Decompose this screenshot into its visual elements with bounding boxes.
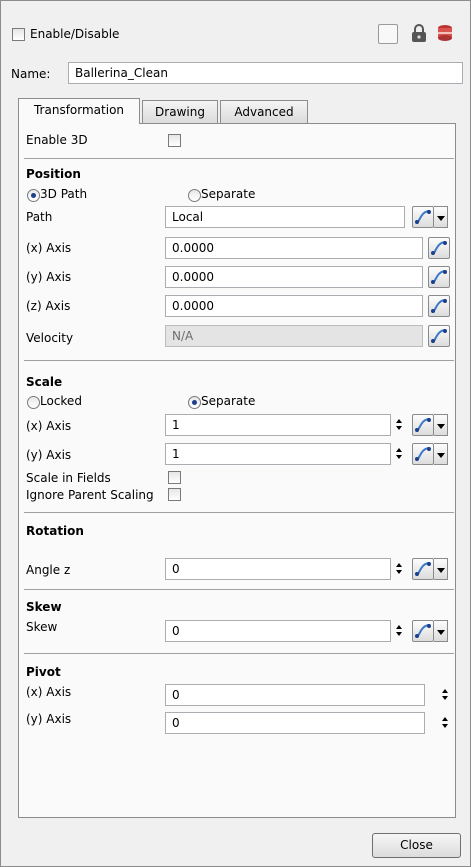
scale-y-label: (y) Axis	[26, 448, 72, 462]
function-curve-icon	[431, 299, 447, 313]
pos-z-label: (z) Axis	[26, 299, 71, 313]
skew-spinner[interactable]	[396, 625, 402, 637]
pivot-x-spinner[interactable]	[442, 689, 448, 701]
radio-locked-label: Locked	[40, 394, 82, 408]
enable3d-label: Enable 3D	[26, 133, 88, 147]
pos-y-label: (y) Axis	[26, 270, 72, 284]
position-title: Position	[26, 167, 81, 181]
function-curve-icon	[415, 624, 431, 638]
skew-function-button[interactable]	[412, 620, 434, 642]
scale-x-label: (x) Axis	[26, 419, 72, 433]
tab-advanced[interactable]: Advanced	[220, 100, 308, 124]
lock-icon[interactable]	[410, 23, 428, 46]
pivot-x-label: (x) Axis	[26, 685, 72, 699]
function-curve-icon	[431, 329, 447, 343]
scale-y-function-button[interactable]	[412, 443, 434, 465]
scale-fields-checkbox[interactable]	[168, 471, 181, 484]
function-curve-icon	[415, 210, 431, 224]
angle-z-label: Angle z	[26, 563, 71, 577]
pivot-y-spinner[interactable]	[442, 717, 448, 729]
path-label: Path	[26, 210, 53, 224]
radio-3dpath[interactable]	[27, 189, 40, 202]
separator	[24, 653, 454, 654]
path-function-dropdown[interactable]	[434, 206, 448, 228]
separator	[24, 360, 454, 361]
radio-scale-separate[interactable]	[188, 396, 201, 409]
radio-3dpath-label: 3D Path	[40, 187, 88, 201]
rotation-title: Rotation	[26, 524, 84, 538]
velocity-field: N/A	[165, 325, 423, 347]
tab-drawing[interactable]: Drawing	[142, 100, 218, 124]
pos-x-function-button[interactable]	[428, 237, 450, 259]
pos-y-function-button[interactable]	[428, 266, 450, 288]
enable3d-checkbox[interactable]	[168, 134, 181, 147]
scale-x-function-button[interactable]	[412, 414, 434, 436]
ignore-parent-scaling-label: Ignore Parent Scaling	[26, 488, 154, 502]
name-field[interactable]: Ballerina_Clean	[68, 62, 463, 84]
separator	[24, 589, 454, 590]
scale-x-field[interactable]: 1	[165, 414, 391, 436]
pos-x-label: (x) Axis	[26, 241, 72, 255]
scale-title: Scale	[26, 375, 63, 389]
function-curve-icon	[431, 241, 447, 255]
function-curve-icon	[431, 270, 447, 284]
angle-z-function-dropdown[interactable]	[434, 558, 448, 580]
pos-x-field[interactable]: 0.0000	[165, 237, 423, 259]
scale-y-spinner[interactable]	[396, 448, 402, 460]
enable-checkbox[interactable]	[12, 28, 25, 41]
skew-function-dropdown[interactable]	[434, 620, 448, 642]
pivot-x-field[interactable]: 0	[165, 684, 425, 706]
scale-fields-label: Scale in Fields	[26, 471, 111, 485]
scale-y-function-dropdown[interactable]	[434, 443, 448, 465]
angle-z-spinner[interactable]	[396, 563, 402, 575]
scale-y-field[interactable]: 1	[165, 443, 391, 465]
pivot-title: Pivot	[26, 665, 61, 679]
tab-transformation[interactable]: Transformation	[18, 98, 140, 124]
skew-field[interactable]: 0	[165, 620, 391, 642]
radio-separate-label: Separate	[201, 187, 256, 201]
pos-z-function-button[interactable]	[428, 295, 450, 317]
enable-label: Enable/Disable	[30, 27, 120, 41]
close-button[interactable]: Close	[372, 833, 461, 858]
path-field[interactable]: Local	[165, 206, 405, 228]
pivot-y-label: (y) Axis	[26, 712, 72, 726]
function-curve-icon	[415, 562, 431, 576]
angle-z-field[interactable]: 0	[165, 558, 391, 580]
separator	[24, 158, 454, 159]
velocity-label: Velocity	[26, 331, 74, 345]
angle-z-function-button[interactable]	[412, 558, 434, 580]
pivot-y-field[interactable]: 0	[165, 712, 425, 734]
skew-label: Skew	[26, 620, 58, 634]
scale-x-function-dropdown[interactable]	[434, 414, 448, 436]
path-function-button[interactable]	[412, 206, 434, 228]
radio-separate[interactable]	[188, 189, 201, 202]
radio-scale-separate-label: Separate	[201, 394, 256, 408]
color-swatch-button[interactable]	[378, 24, 398, 44]
function-curve-icon	[415, 447, 431, 461]
pos-z-field[interactable]: 0.0000	[165, 295, 423, 317]
ignore-parent-scaling-checkbox[interactable]	[168, 488, 181, 501]
name-label: Name:	[11, 67, 51, 81]
layer-color-icon[interactable]	[436, 23, 454, 46]
skew-title: Skew	[26, 600, 62, 614]
function-curve-icon	[415, 418, 431, 432]
pos-y-field[interactable]: 0.0000	[165, 266, 423, 288]
separator	[24, 512, 454, 513]
radio-locked[interactable]	[27, 396, 40, 409]
scale-x-spinner[interactable]	[396, 419, 402, 431]
velocity-function-button[interactable]	[428, 325, 450, 347]
